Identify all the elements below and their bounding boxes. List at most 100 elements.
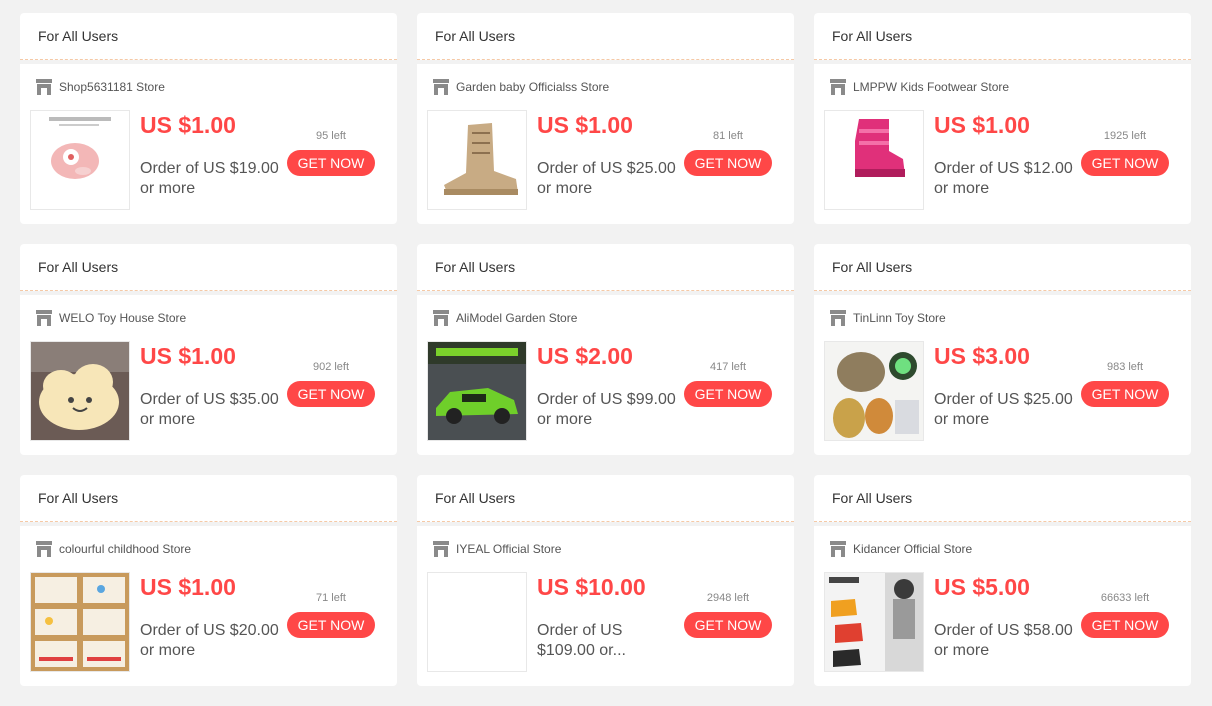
get-now-button[interactable]: GET NOW (1081, 612, 1169, 638)
coupon-card: For All Users Shop5631181 Store US $1.00… (20, 13, 397, 224)
boot-image[interactable] (427, 110, 527, 210)
order-condition: Order of US $99.00 or more (537, 391, 676, 428)
coupon-audience: For All Users (435, 259, 516, 275)
coupon-audience: For All Users (38, 259, 119, 275)
coupon-header: For All Users (417, 244, 794, 291)
store-name: Garden baby Officialss Store (456, 80, 610, 94)
coupon-card: For All Users TinLinn Toy Store US $3.00… (814, 244, 1191, 455)
store-name: IYEAL Official Store (456, 542, 562, 556)
toy-bag-image[interactable] (30, 110, 130, 210)
store-name: Kidancer Official Store (853, 542, 973, 556)
store-link[interactable]: WELO Toy House Store (35, 309, 186, 327)
coupon-card: For All Users Garden baby Officialss Sto… (417, 13, 794, 224)
cloud-pillow-image[interactable] (30, 341, 130, 441)
coupon-card: For All Users AliModel Garden Store US $… (417, 244, 794, 455)
coupon-audience: For All Users (435, 490, 516, 506)
store-link[interactable]: LMPPW Kids Footwear Store (829, 78, 1009, 96)
coupon-header: For All Users (814, 13, 1191, 60)
store-icon (35, 79, 53, 95)
store-name: WELO Toy House Store (59, 311, 187, 325)
get-now-button[interactable]: GET NOW (684, 612, 772, 638)
remaining-count: 81 left (713, 130, 743, 142)
coupon-value: US $1.00 (140, 112, 236, 138)
get-now-button[interactable]: GET NOW (287, 612, 375, 638)
remaining-count: 2948 left (706, 592, 750, 604)
store-link[interactable]: Shop5631181 Store (35, 78, 165, 96)
coupon-card: For All Users LMPPW Kids Footwear Store … (814, 13, 1191, 224)
get-now-button[interactable]: GET NOW (684, 381, 772, 407)
get-now-button[interactable]: GET NOW (287, 381, 375, 407)
remaining-count: 417 left (709, 361, 747, 373)
order-condition: Order of US $12.00 or more (934, 160, 1073, 197)
get-now-button[interactable]: GET NOW (684, 150, 772, 176)
boxes-image[interactable] (30, 572, 130, 672)
coupon-body: WELO Toy House Store US $1.00 Order of U… (20, 295, 397, 455)
remaining-count: 66633 left (1100, 592, 1150, 604)
store-name: colourful childhood Store (59, 542, 192, 556)
coupon-body: IYEAL Official Store US $10.00 Order of … (417, 526, 794, 686)
order-condition: Order of US $25.00 or more (537, 160, 676, 197)
store-link[interactable]: Kidancer Official Store (829, 540, 972, 558)
coupon-value: US $2.00 (537, 343, 633, 369)
coupon-value: US $1.00 (934, 112, 1030, 138)
order-condition: Order of US $58.00 or more (934, 622, 1073, 659)
dino-egg-image[interactable] (824, 341, 924, 441)
coupon-body: TinLinn Toy Store US $3.00 Order of US $… (814, 295, 1191, 455)
coupon-header: For All Users (20, 13, 397, 60)
coupon-body: Garden baby Officialss Store US $1.00 Or… (417, 64, 794, 224)
store-icon (35, 541, 53, 557)
coupon-value: US $1.00 (537, 112, 633, 138)
order-condition: Order of US $35.00 or more (140, 391, 279, 428)
get-now-button[interactable]: GET NOW (287, 150, 375, 176)
store-link[interactable]: TinLinn Toy Store (829, 309, 946, 327)
coupon-header: For All Users (20, 244, 397, 291)
coupon-audience: For All Users (832, 259, 913, 275)
coupon-audience: For All Users (435, 28, 516, 44)
coupon-header: For All Users (814, 475, 1191, 522)
coupon-value: US $3.00 (934, 343, 1030, 369)
toy-car-image[interactable] (427, 341, 527, 441)
order-condition: Order of US $20.00 or more (140, 622, 279, 659)
remaining-count: 71 left (316, 592, 346, 604)
coupon-card: For All Users IYEAL Official Store US $1… (417, 475, 794, 686)
coupon-card: For All Users colourful childhood Store … (20, 475, 397, 686)
coupon-value: US $5.00 (934, 574, 1030, 600)
coupon-value: US $1.00 (140, 574, 236, 600)
coupon-header: For All Users (417, 13, 794, 60)
coupon-audience: For All Users (832, 490, 913, 506)
coupon-header: For All Users (417, 475, 794, 522)
store-name: AliModel Garden Store (456, 311, 578, 325)
store-link[interactable]: IYEAL Official Store (432, 540, 561, 558)
store-icon (829, 310, 847, 326)
order-condition: Order of US $19.00 or more (140, 160, 279, 197)
remaining-count: 95 left (316, 130, 346, 142)
store-name: Shop5631181 Store (59, 80, 165, 94)
store-icon (432, 541, 450, 557)
coupon-audience: For All Users (38, 490, 119, 506)
store-name: TinLinn Toy Store (853, 311, 946, 325)
blank-image[interactable] (427, 572, 527, 672)
kids-shoes-image[interactable] (824, 572, 924, 672)
get-now-button[interactable]: GET NOW (1081, 381, 1169, 407)
order-condition: Order of US $109.00 or... (537, 622, 626, 659)
order-condition: Order of US $25.00 or more (934, 391, 1073, 428)
coupon-body: colourful childhood Store US $1.00 Order… (20, 526, 397, 686)
store-icon (829, 79, 847, 95)
store-link[interactable]: Garden baby Officialss Store (432, 78, 609, 96)
store-link[interactable]: colourful childhood Store (35, 540, 191, 558)
store-name: LMPPW Kids Footwear Store (853, 80, 1010, 94)
coupon-audience: For All Users (832, 28, 913, 44)
coupon-card: For All Users WELO Toy House Store US $1… (20, 244, 397, 455)
get-now-button[interactable]: GET NOW (1081, 150, 1169, 176)
remaining-count: 1925 left (1103, 130, 1147, 142)
coupon-body: Kidancer Official Store US $5.00 Order o… (814, 526, 1191, 686)
store-icon (829, 541, 847, 557)
pink-boot-image[interactable] (824, 110, 924, 210)
coupon-body: Shop5631181 Store US $1.00 Order of US $… (20, 64, 397, 224)
coupon-body: AliModel Garden Store US $2.00 Order of … (417, 295, 794, 455)
remaining-count: 902 left (312, 361, 350, 373)
coupon-value: US $1.00 (140, 343, 236, 369)
store-link[interactable]: AliModel Garden Store (432, 309, 577, 327)
coupon-value: US $10.00 (537, 574, 646, 600)
coupon-audience: For All Users (38, 28, 119, 44)
